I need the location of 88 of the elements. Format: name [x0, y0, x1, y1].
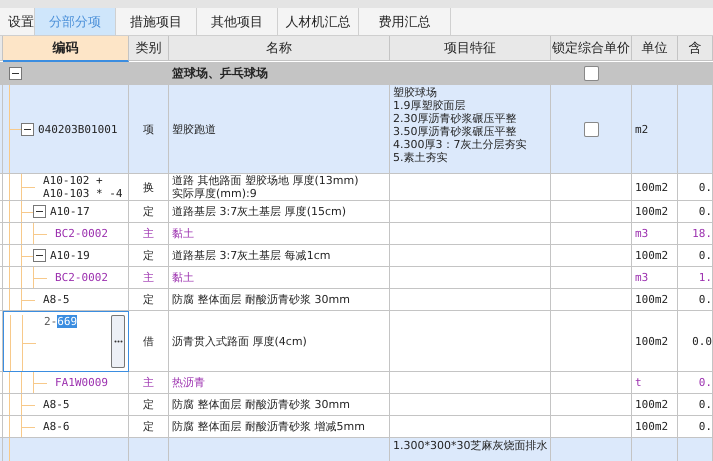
collapse-toggle[interactable] — [21, 122, 34, 136]
table-cell: 100m2 — [632, 245, 678, 267]
table-cell: 道路基层 3:7灰土基层 厚度(15cm) — [169, 201, 390, 223]
code-text: A10-17 — [50, 205, 90, 218]
table-cell: 0. — [678, 289, 713, 311]
table-cell: 0. — [678, 416, 713, 438]
table-cell: 防腐 整体面层 耐酸沥青砂浆 30mm — [169, 289, 390, 311]
table-cell: 定 — [129, 245, 169, 267]
table-cell — [678, 62, 713, 85]
collapse-toggle[interactable] — [33, 205, 46, 218]
more-button[interactable] — [111, 315, 125, 368]
table-cell: m3 — [632, 267, 678, 289]
row-header[interactable] — [0, 416, 3, 438]
table-cell: 0. — [678, 394, 713, 416]
row-header[interactable] — [0, 394, 3, 416]
tab[interactable]: 措施项目 — [116, 8, 197, 35]
tab[interactable]: 费用汇总 — [359, 8, 451, 35]
table-cell: 定 — [129, 416, 169, 438]
code-text: A8-6 — [43, 420, 70, 433]
table-cell: t — [632, 372, 678, 394]
row-header[interactable] — [0, 289, 3, 311]
table-cell: 借 — [129, 311, 169, 372]
table-cell: 道路 其他路面 塑胶场地 厚度(13mm) 实际厚度(mm):9 — [169, 174, 390, 201]
row-header[interactable] — [0, 372, 3, 394]
code-text: BC2-0002 — [55, 227, 108, 240]
table-cell: 0. — [678, 174, 713, 201]
column-header[interactable]: 项目特征 — [390, 36, 551, 61]
row-header[interactable] — [0, 245, 3, 267]
code-text: A10-102 + A10-103 * -4 — [43, 174, 122, 200]
row-header[interactable] — [0, 174, 3, 201]
lock-checkbox[interactable] — [584, 122, 598, 136]
row-header[interactable] — [0, 85, 3, 174]
column-header[interactable]: 编码 — [3, 36, 129, 62]
table-cell: 塑胶跑道 — [169, 85, 390, 174]
table-cell: 定 — [129, 201, 169, 223]
table-cell: 100m2 — [632, 311, 678, 372]
table-cell: 篮球场、乒乓球场 — [169, 62, 390, 85]
code-text: 040203B01001 — [38, 122, 118, 136]
column-header[interactable]: 单位 — [632, 36, 678, 61]
column-header[interactable]: 名称 — [169, 36, 390, 61]
table-cell: 100m2 — [632, 174, 678, 201]
column-header[interactable]: 类别 — [129, 36, 169, 61]
table-cell: m3 — [632, 223, 678, 245]
table-cell: 18. — [678, 223, 713, 245]
column-header[interactable]: 含 — [678, 36, 713, 61]
table-cell: m2 — [632, 85, 678, 174]
table-cell: 道路基层 3:7灰土基层 每减1cm — [169, 245, 390, 267]
row-header[interactable] — [0, 311, 3, 372]
collapse-toggle[interactable] — [9, 66, 22, 80]
row-header[interactable] — [0, 267, 3, 289]
table-cell: 100m2 — [632, 416, 678, 438]
lock-checkbox[interactable] — [584, 66, 598, 80]
table-cell: 主 — [129, 267, 169, 289]
table-cell: 1. — [678, 267, 713, 289]
table-cell: 黏土 — [169, 267, 390, 289]
table-cell: 热沥青 — [169, 372, 390, 394]
tab[interactable]: 设置 — [0, 8, 35, 35]
table-cell: 100m2 — [632, 394, 678, 416]
table-cell: 主 — [129, 372, 169, 394]
column-header[interactable]: 锁定综合单价 — [551, 36, 632, 61]
row-header[interactable] — [0, 223, 3, 245]
table-cell: 换 — [129, 174, 169, 201]
table-cell: 0.0 — [678, 311, 713, 372]
tab[interactable]: 人材机汇总 — [278, 8, 359, 35]
collapse-toggle[interactable] — [33, 249, 46, 262]
tab[interactable]: 其他项目 — [197, 8, 278, 35]
code-text: A8-5 — [43, 398, 70, 411]
ellipsis-icon — [114, 340, 122, 343]
table-cell: 1.300*300*30芝麻灰烧面排水 — [390, 438, 551, 461]
table-cell: 塑胶球场 1.9厚塑胶面层 2.30厚沥青砂浆碾压平整 3.50厚沥青砂浆碾压平整 4.300厚3：7灰土分层夯实 5.素土夯实 — [390, 85, 551, 174]
table-cell: 沥青贯入式路面 厚度(4cm) — [169, 311, 390, 372]
table-cell: 定 — [129, 394, 169, 416]
code-text: BC2-0002 — [55, 271, 108, 284]
table-cell: 项 — [129, 85, 169, 174]
table-cell: 主 — [129, 223, 169, 245]
table-cell: 100m2 — [632, 201, 678, 223]
table-cell: 100m2 — [632, 289, 678, 311]
table-cell: 定 — [129, 289, 169, 311]
code-text: A10-19 — [50, 249, 90, 262]
table-cell: 0. — [678, 245, 713, 267]
code-text: FA1W0009 — [55, 376, 108, 389]
table-cell: 0. — [678, 201, 713, 223]
code-text: A8-5 — [43, 293, 70, 306]
table-cell: 防腐 整体面层 耐酸沥青砂浆 增减5mm — [169, 416, 390, 438]
table-cell: 黏土 — [169, 223, 390, 245]
table-cell: 防腐 整体面层 耐酸沥青砂浆 30mm — [169, 394, 390, 416]
table-cell: 0. — [678, 372, 713, 394]
row-header[interactable] — [0, 201, 3, 223]
